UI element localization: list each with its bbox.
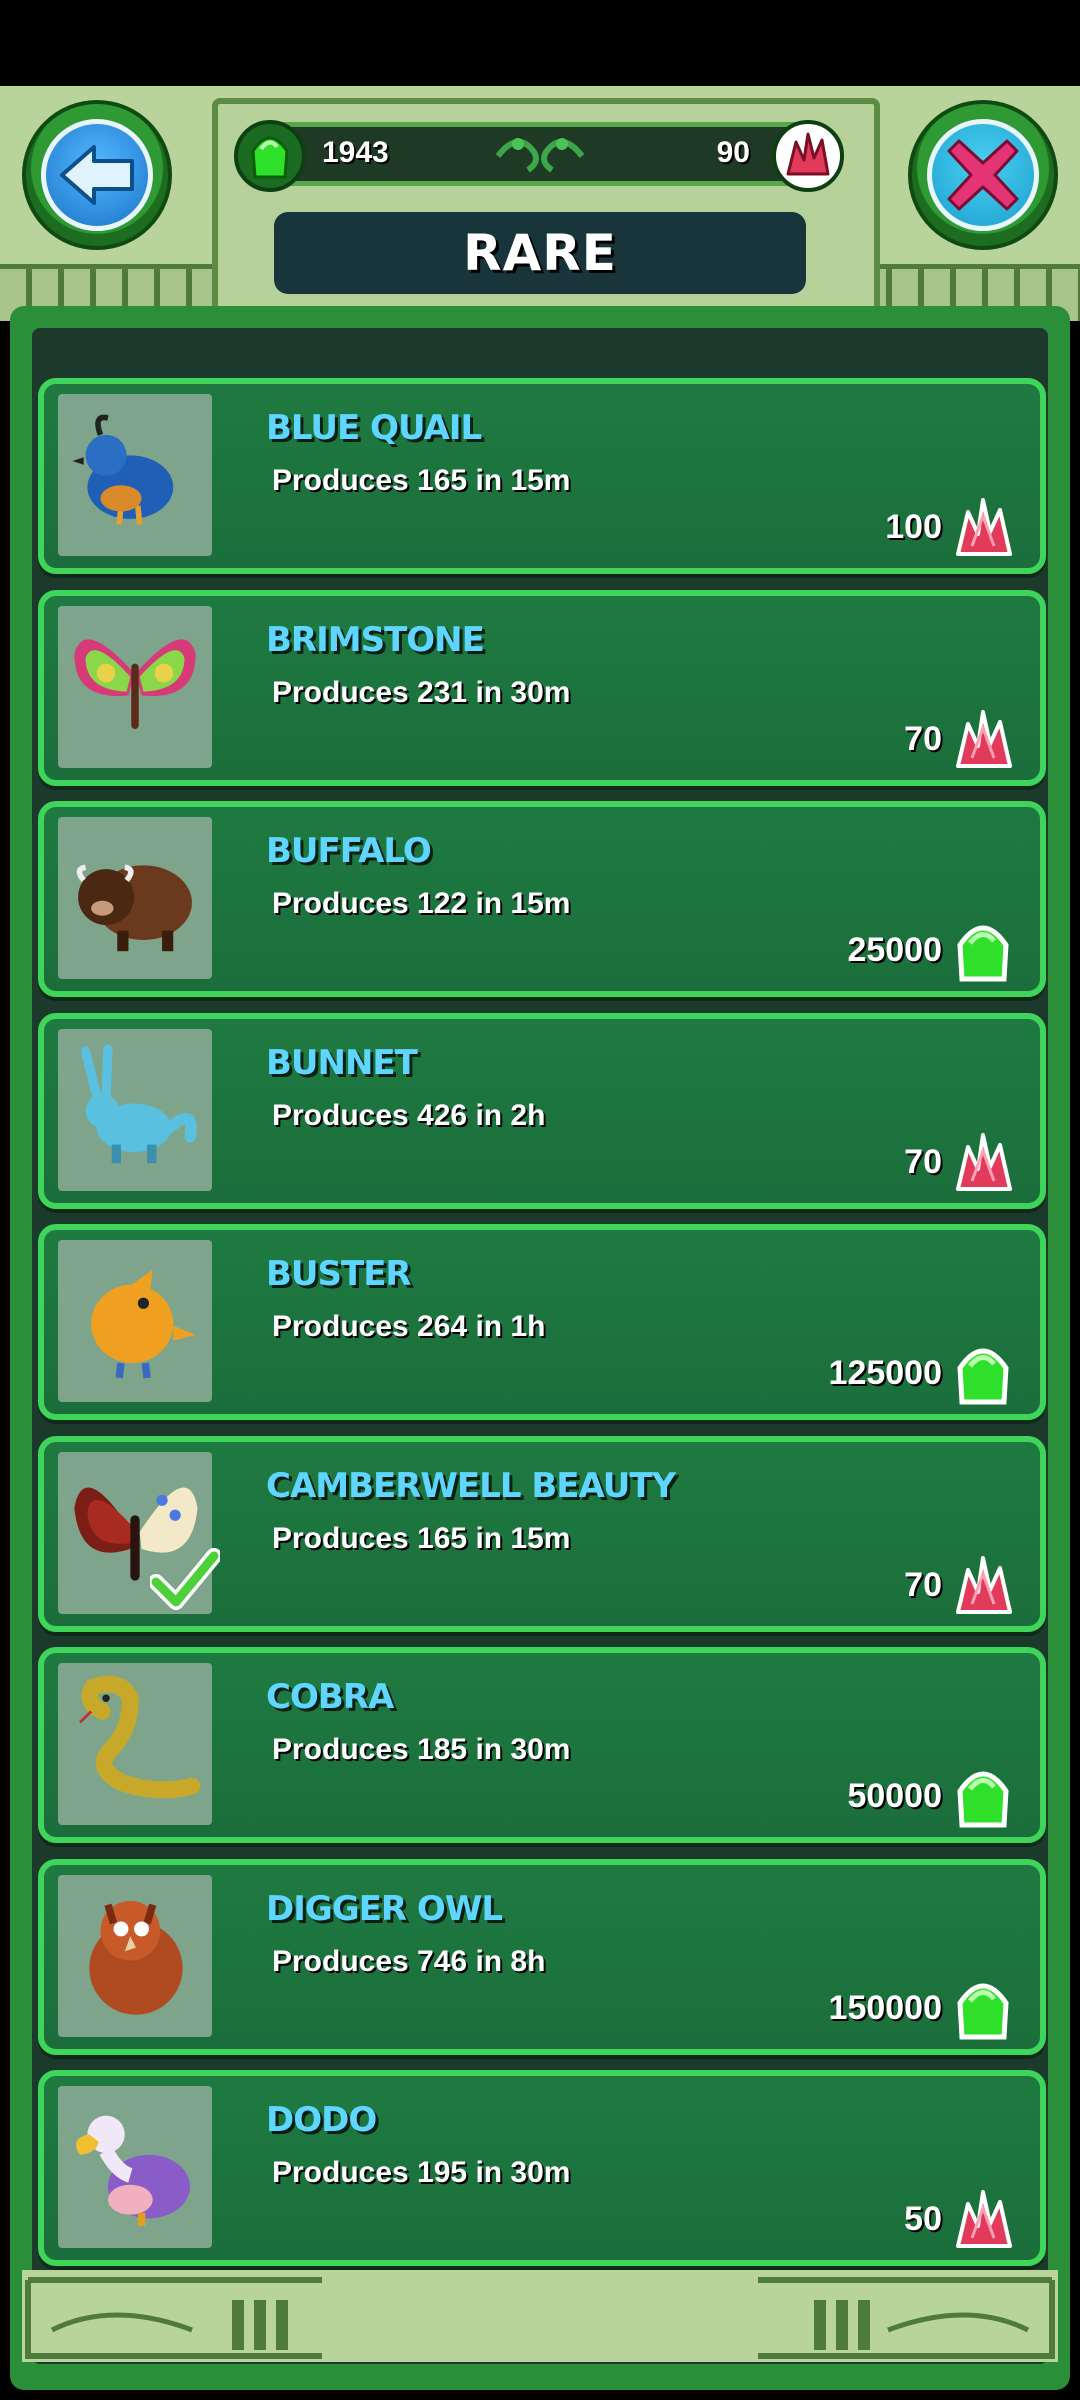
header: 1943 90 RARE xyxy=(0,86,1080,322)
animal-thumbnail xyxy=(58,1875,212,2037)
animal-thumbnail xyxy=(58,1663,212,1825)
animal-card[interactable]: BUFFALO Produces 122 in 15m 25000 xyxy=(38,801,1046,997)
page-title-plate: RARE xyxy=(274,212,806,294)
animal-card[interactable]: COBRA Produces 185 in 30m 50000 xyxy=(38,1647,1046,1843)
animal-name: BLUE QUAIL xyxy=(266,408,482,448)
animal-card[interactable]: BLUE QUAIL Produces 165 in 15m 100 xyxy=(38,378,1046,574)
production-rate: Produces 746 in 8h xyxy=(272,1945,546,1978)
animal-thumbnail xyxy=(58,817,212,979)
red-crystal-icon xyxy=(952,1131,1014,1197)
animal-thumbnail xyxy=(58,1452,220,1614)
red-crystal-icon xyxy=(952,708,1014,774)
animal-thumbnail xyxy=(58,1029,212,1191)
production-rate: Produces 165 in 15m xyxy=(272,1522,571,1555)
production-rate: Produces 122 in 15m xyxy=(272,887,571,920)
price-value: 50 xyxy=(904,2200,942,2238)
animal-thumbnail xyxy=(58,2086,212,2248)
animal-card[interactable]: DIGGER OWL Produces 746 in 8h 150000 xyxy=(38,1859,1046,2055)
gem-count: 1943 xyxy=(322,136,389,169)
green-gem-icon xyxy=(952,1765,1014,1831)
green-gem-icon xyxy=(952,919,1014,985)
animal-card[interactable]: BRIMSTONE Produces 231 in 30m 70 xyxy=(38,590,1046,786)
production-rate: Produces 195 in 30m xyxy=(272,2156,571,2189)
price-value: 50000 xyxy=(847,1777,942,1815)
back-button[interactable] xyxy=(22,100,172,250)
price-value: 25000 xyxy=(847,931,942,969)
animal-name: CAMBERWELL BEAUTY xyxy=(266,1466,676,1506)
animal-card[interactable]: BUSTER Produces 264 in 1h 125000 xyxy=(38,1224,1046,1420)
production-rate: Produces 264 in 1h xyxy=(272,1310,546,1343)
price-value: 70 xyxy=(904,720,942,758)
green-gem-icon xyxy=(234,120,306,192)
animal-name: BUFFALO xyxy=(266,831,432,871)
animal-name: BRIMSTONE xyxy=(266,620,485,660)
animal-name: BUNNET xyxy=(266,1043,418,1083)
price-value: 150000 xyxy=(828,1989,942,2027)
close-button[interactable] xyxy=(908,100,1058,250)
red-crystal-icon xyxy=(772,120,844,192)
green-gem-icon xyxy=(952,1977,1014,2043)
animal-card[interactable]: BUNNET Produces 426 in 2h 70 xyxy=(38,1013,1046,1209)
green-gem-icon xyxy=(952,1342,1014,1408)
animal-name: BUSTER xyxy=(266,1254,412,1294)
red-crystal-icon xyxy=(952,2188,1014,2254)
production-rate: Produces 165 in 15m xyxy=(272,464,571,497)
bottom-ornament xyxy=(22,2270,1058,2362)
red-crystal-icon xyxy=(952,1554,1014,1620)
animal-thumbnail xyxy=(58,1240,212,1402)
price-value: 125000 xyxy=(828,1354,942,1392)
price-value: 100 xyxy=(885,508,942,546)
back-arrow-icon xyxy=(60,145,134,205)
page-title: RARE xyxy=(463,224,617,282)
vine-ornament-icon xyxy=(495,138,585,173)
animal-thumbnail xyxy=(58,394,212,556)
production-rate: Produces 426 in 2h xyxy=(272,1099,546,1132)
price-value: 70 xyxy=(904,1143,942,1181)
animal-card[interactable]: CAMBERWELL BEAUTY Produces 165 in 15m 70 xyxy=(38,1436,1046,1632)
animal-name: DIGGER OWL xyxy=(266,1889,503,1929)
close-x-icon xyxy=(947,139,1019,211)
price-value: 70 xyxy=(904,1566,942,1604)
owned-check-icon xyxy=(150,1548,220,1610)
red-crystal-icon xyxy=(952,496,1014,562)
status-bar xyxy=(0,0,1080,86)
animal-name: COBRA xyxy=(266,1677,394,1717)
animal-name: DODO xyxy=(266,2100,377,2140)
animal-card[interactable]: DODO Produces 195 in 30m 50 xyxy=(38,2070,1046,2266)
crystal-count: 90 xyxy=(716,136,750,169)
production-rate: Produces 185 in 30m xyxy=(272,1733,571,1766)
production-rate: Produces 231 in 30m xyxy=(272,676,571,709)
animal-thumbnail xyxy=(58,606,212,768)
